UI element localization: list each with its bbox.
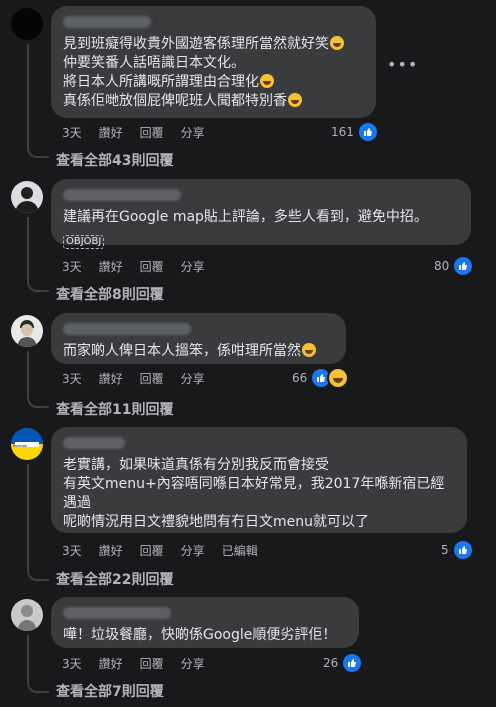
- avatar[interactable]: FANFORE: [11, 428, 43, 460]
- comment-text: 嘩！垃圾餐廳，快啲係Google順便劣評佢！: [63, 627, 337, 643]
- time-label[interactable]: 3天: [62, 542, 82, 559]
- comment-text: 建議再在Google map貼上評論，多些人看到，避免中招。: [63, 209, 428, 225]
- thread-line: [27, 351, 29, 396]
- view-replies-link[interactable]: 查看全部11則回覆: [56, 399, 173, 419]
- comment-bubble: 而家啲人俾日本人搵笨，係咁理所當然: [51, 313, 346, 364]
- laugh-emoji-icon: [260, 74, 274, 88]
- thread-curve: [27, 569, 49, 581]
- view-replies-link[interactable]: 查看全部22則回覆: [56, 569, 173, 589]
- reply-button[interactable]: 回覆: [140, 370, 164, 387]
- comment-text: 老實講，如果味道真係有分別我反而會接受 有英文menu+內容唔同喺日本好常見，我…: [63, 457, 445, 530]
- time-label[interactable]: 3天: [62, 370, 82, 387]
- comment-bubble: 老實講，如果味道真係有分別我反而會接受 有英文menu+內容唔同喺日本好常見，我…: [51, 427, 467, 533]
- commenter-name[interactable]: [63, 189, 181, 201]
- grin-emoji-icon: [302, 343, 316, 357]
- obj-tag: OBJOBJ: [63, 235, 105, 249]
- like-button[interactable]: 讚好: [99, 542, 123, 559]
- reply-button[interactable]: 回覆: [140, 124, 164, 141]
- comment-actions: 3天 讚好 回覆 分享: [62, 370, 222, 387]
- comment-actions: 3天 讚好 回覆 分享: [62, 258, 222, 275]
- reaction-count: 66: [292, 371, 308, 385]
- reaction-count: 26: [323, 656, 339, 670]
- like-button[interactable]: 讚好: [99, 655, 123, 672]
- comment-text: 見到班癡得收貴外國遊客係理所當然就好笑 仲要笑番人話唔識日本文化。 將日本人所講…: [63, 35, 364, 111]
- thread-line: [27, 217, 29, 280]
- grin-emoji-icon: [288, 93, 302, 107]
- view-replies-link[interactable]: 查看全部8則回覆: [56, 284, 164, 304]
- reaction-count: 80: [434, 259, 450, 273]
- thread-curve: [27, 280, 49, 292]
- avatar[interactable]: [11, 181, 43, 213]
- reaction-summary[interactable]: 161: [331, 121, 379, 143]
- time-label[interactable]: 3天: [62, 655, 82, 672]
- like-button[interactable]: 讚好: [99, 258, 123, 275]
- haha-reaction-icon: [327, 367, 350, 389]
- reaction-count: 161: [331, 125, 354, 139]
- like-button[interactable]: 讚好: [99, 370, 123, 387]
- thread-line: [27, 464, 29, 569]
- avatar[interactable]: [11, 599, 43, 631]
- like-reaction-icon: [451, 539, 474, 561]
- comment-bubble: 建議再在Google map貼上評論，多些人看到，避免中招。 OBJOBJ: [51, 179, 471, 249]
- reaction-summary[interactable]: 80: [434, 255, 475, 277]
- time-label[interactable]: 3天: [62, 258, 82, 275]
- share-button[interactable]: 分享: [181, 258, 205, 275]
- reaction-summary[interactable]: 5: [441, 539, 474, 561]
- reply-button[interactable]: 回覆: [140, 655, 164, 672]
- share-button[interactable]: 分享: [181, 542, 205, 559]
- commenter-name[interactable]: [63, 16, 151, 28]
- reaction-summary[interactable]: 66: [292, 367, 350, 389]
- like-reaction-icon: [356, 121, 379, 143]
- thread-line: [27, 44, 29, 146]
- thread-line: [27, 635, 29, 681]
- view-replies-link[interactable]: 查看全部7則回覆: [56, 681, 164, 701]
- commenter-name[interactable]: [63, 323, 191, 335]
- reaction-count: 5: [441, 543, 449, 557]
- view-replies-link[interactable]: 查看全部43則回覆: [56, 150, 173, 170]
- avatar-label: FANFORE: [13, 444, 27, 448]
- more-options-icon[interactable]: •••: [387, 55, 418, 74]
- comment-bubble: 見到班癡得收貴外國遊客係理所當然就好笑 仲要笑番人話唔識日本文化。 將日本人所講…: [51, 6, 376, 118]
- comment-actions: 3天 讚好 回覆 分享: [62, 124, 222, 141]
- avatar[interactable]: [11, 315, 43, 347]
- comment-text: 而家啲人俾日本人搵笨，係咁理所當然: [63, 342, 334, 361]
- edited-label[interactable]: 已編輯: [222, 542, 258, 559]
- reply-button[interactable]: 回覆: [140, 258, 164, 275]
- commenter-name[interactable]: [63, 607, 171, 619]
- thread-curve: [27, 681, 49, 693]
- time-label[interactable]: 3天: [62, 124, 82, 141]
- thread-curve: [27, 396, 49, 408]
- like-reaction-icon: [341, 652, 364, 674]
- thread-curve: [27, 146, 49, 158]
- avatar[interactable]: [11, 8, 43, 40]
- like-button[interactable]: 讚好: [99, 124, 123, 141]
- reaction-summary[interactable]: 26: [323, 652, 364, 674]
- like-reaction-icon: [452, 255, 475, 277]
- comment-actions: 3天 讚好 回覆 分享: [62, 655, 222, 672]
- reply-button[interactable]: 回覆: [140, 542, 164, 559]
- share-button[interactable]: 分享: [181, 655, 205, 672]
- grin-emoji-icon: [330, 36, 344, 50]
- commenter-name[interactable]: [63, 437, 125, 449]
- share-button[interactable]: 分享: [181, 124, 205, 141]
- comment-bubble: 嘩！垃圾餐廳，快啲係Google順便劣評佢！: [51, 597, 359, 648]
- share-button[interactable]: 分享: [181, 370, 205, 387]
- comment-actions: 3天 讚好 回覆 分享 已編輯: [62, 542, 275, 559]
